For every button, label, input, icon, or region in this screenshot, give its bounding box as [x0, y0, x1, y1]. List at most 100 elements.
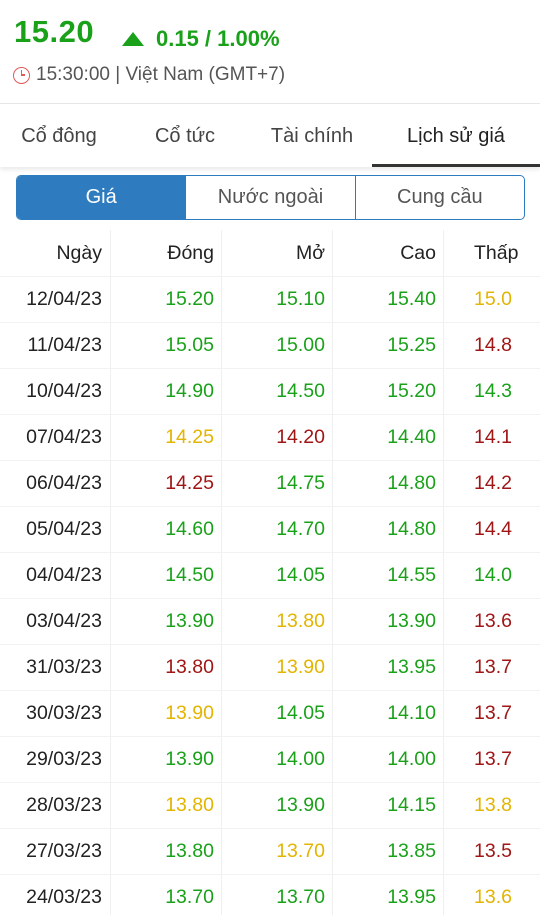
cell-high: 14.15	[333, 783, 444, 828]
table-row[interactable]: 03/04/23 13.90 13.80 13.90 13.6	[0, 599, 540, 645]
cell-low: 13.5	[444, 829, 540, 874]
column-header-open[interactable]: Mở	[222, 230, 333, 276]
table-row[interactable]: 12/04/23 15.20 15.10 15.40 15.0	[0, 277, 540, 323]
cell-low: 13.7	[444, 737, 540, 782]
cell-date: 12/04/23	[0, 277, 111, 322]
tab-financials[interactable]: Tài chính	[252, 105, 372, 167]
tab-shareholders[interactable]: Cổ đông	[0, 105, 118, 167]
cell-high: 15.20	[333, 369, 444, 414]
cell-open: 15.10	[222, 277, 333, 322]
cell-close: 13.80	[111, 829, 222, 874]
cell-close: 13.80	[111, 783, 222, 828]
table-row[interactable]: 04/04/23 14.50 14.05 14.55 14.0	[0, 553, 540, 599]
price-change: 0.15 / 1.00%	[122, 26, 280, 52]
tab-bar: Cổ đông Cổ tức Tài chính Lịch sử giá	[0, 105, 540, 167]
cell-date: 04/04/23	[0, 553, 111, 598]
cell-open: 14.50	[222, 369, 333, 414]
cell-date: 03/04/23	[0, 599, 111, 644]
cell-low: 13.7	[444, 645, 540, 690]
cell-low: 13.7	[444, 691, 540, 736]
cell-high: 13.90	[333, 599, 444, 644]
cell-high: 14.80	[333, 507, 444, 552]
timestamp: 15:30:00 | Việt Nam (GMT+7)	[13, 64, 285, 86]
tab-label: Cổ tức	[154, 124, 216, 147]
cell-low: 13.6	[444, 599, 540, 644]
cell-high: 14.00	[333, 737, 444, 782]
cell-open: 14.70	[222, 507, 333, 552]
table-row[interactable]: 05/04/23 14.60 14.70 14.80 14.4	[0, 507, 540, 553]
cell-date: 06/04/23	[0, 461, 111, 506]
tab-price-history[interactable]: Lịch sử giá	[372, 105, 540, 167]
cell-high: 14.10	[333, 691, 444, 736]
cell-date: 10/04/23	[0, 369, 111, 414]
tab-dividends[interactable]: Cổ tức	[118, 105, 252, 167]
column-header-close[interactable]: Đóng	[111, 230, 222, 276]
price-history-table: Ngày Đóng Mở Cao Thấp 12/04/23 15.20 15.10…	[0, 230, 540, 915]
column-header-low[interactable]: Thấp	[444, 230, 540, 276]
cell-low: 14.0	[444, 553, 540, 598]
table-row[interactable]: 11/04/23 15.05 15.00 15.25 14.8	[0, 323, 540, 369]
cell-open: 13.70	[222, 829, 333, 874]
table-row[interactable]: 29/03/23 13.90 14.00 14.00 13.7	[0, 737, 540, 783]
table-row[interactable]: 07/04/23 14.25 14.20 14.40 14.1	[0, 415, 540, 461]
column-header-date[interactable]: Ngày	[0, 230, 111, 276]
cell-high: 14.55	[333, 553, 444, 598]
cell-low: 13.8	[444, 783, 540, 828]
cell-open: 14.20	[222, 415, 333, 460]
segment-supply-demand[interactable]: Cung cầu	[354, 176, 524, 219]
table-header-row: Ngày Đóng Mở Cao Thấp	[0, 230, 540, 277]
table-row[interactable]: 31/03/23 13.80 13.90 13.95 13.7	[0, 645, 540, 691]
tab-label: Tài chính	[270, 124, 354, 147]
timestamp-text: 15:30:00 | Việt Nam (GMT+7)	[36, 64, 286, 85]
segment-foreign[interactable]: Nước ngoài	[185, 176, 354, 219]
up-arrow-icon	[122, 32, 144, 46]
price-change-text: 0.15 / 1.00%	[156, 26, 280, 51]
segment-price[interactable]: Giá	[17, 176, 186, 219]
clock-icon	[13, 66, 30, 84]
table-row[interactable]: 30/03/23 13.90 14.05 14.10 13.7	[0, 691, 540, 737]
cell-open: 14.00	[222, 737, 333, 782]
cell-date: 11/04/23	[0, 323, 111, 368]
cell-close: 15.05	[111, 323, 222, 368]
cell-date: 31/03/23	[0, 645, 111, 690]
table-row[interactable]: 24/03/23 13.70 13.70 13.95 13.6	[0, 875, 540, 915]
cell-close: 14.25	[111, 415, 222, 460]
table-row[interactable]: 06/04/23 14.25 14.75 14.80 14.2	[0, 461, 540, 507]
cell-date: 05/04/23	[0, 507, 111, 552]
table-row[interactable]: 10/04/23 14.90 14.50 15.20 14.3	[0, 369, 540, 415]
cell-low: 14.4	[444, 507, 540, 552]
cell-date: 29/03/23	[0, 737, 111, 782]
cell-open: 13.90	[222, 783, 333, 828]
segment-control: Giá Nước ngoài Cung cầu	[16, 175, 525, 220]
cell-date: 27/03/23	[0, 829, 111, 874]
current-price: 15.20	[14, 14, 95, 49]
cell-close: 14.60	[111, 507, 222, 552]
cell-high: 13.85	[333, 829, 444, 874]
cell-high: 15.40	[333, 277, 444, 322]
cell-close: 13.90	[111, 691, 222, 736]
table-row[interactable]: 27/03/23 13.80 13.70 13.85 13.5	[0, 829, 540, 875]
cell-date: 07/04/23	[0, 415, 111, 460]
column-header-high[interactable]: Cao	[333, 230, 444, 276]
tab-label: Lịch sử giá	[407, 124, 505, 147]
cell-high: 15.25	[333, 323, 444, 368]
stock-header: 15.20 0.15 / 1.00% 15:30:00 | Việt Nam (…	[0, 0, 540, 104]
cell-open: 13.80	[222, 599, 333, 644]
cell-low: 14.3	[444, 369, 540, 414]
table-row[interactable]: 28/03/23 13.80 13.90 14.15 13.8	[0, 783, 540, 829]
cell-open: 15.00	[222, 323, 333, 368]
cell-high: 14.80	[333, 461, 444, 506]
cell-low: 13.6	[444, 875, 540, 915]
tab-label: Cổ đông	[21, 124, 97, 147]
cell-low: 15.0	[444, 277, 540, 322]
cell-open: 14.05	[222, 691, 333, 736]
cell-close: 13.80	[111, 645, 222, 690]
cell-close: 13.90	[111, 599, 222, 644]
cell-close: 13.90	[111, 737, 222, 782]
cell-low: 14.1	[444, 415, 540, 460]
cell-high: 13.95	[333, 645, 444, 690]
cell-date: 30/03/23	[0, 691, 111, 736]
cell-open: 14.75	[222, 461, 333, 506]
cell-close: 14.50	[111, 553, 222, 598]
cell-date: 28/03/23	[0, 783, 111, 828]
